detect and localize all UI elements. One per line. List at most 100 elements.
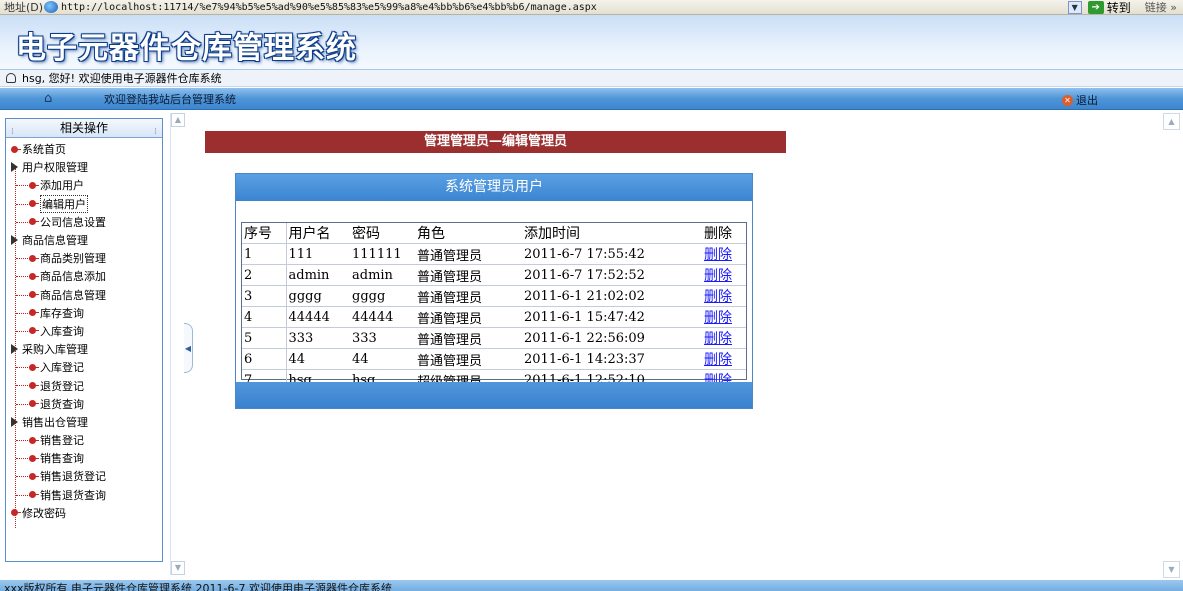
sidebar-item-label: 商品信息管理 [22,234,88,248]
sidebar-item[interactable]: 库存查询 [6,304,162,322]
sidebar-item-label: 商品类别管理 [40,252,106,266]
column-header-seq: 序号 [242,223,287,244]
main-scrollbar[interactable]: ▲ ▼ [1163,113,1180,578]
admin-users-table-wrap: 序号 用户名 密码 角色 添加时间 删除 1 111 111111 普通管理员 2011… [241,222,747,390]
sidebar-item[interactable]: 退货登记 [6,376,162,394]
cell-username: 44444 [286,306,350,328]
links-button[interactable]: 链接 » [1145,0,1177,15]
delete-link[interactable]: 删除 [704,331,732,347]
sidebar-item[interactable]: 入库登记 [6,358,162,376]
tree-bullet-icon [29,181,39,189]
table-cell: 删除 [702,327,746,349]
sidebar-item-label: 销售出仓管理 [22,415,88,429]
admin-users-table: 序号 用户名 密码 角色 添加时间 删除 1 111 111111 普通管理员 2011… [242,223,746,390]
expand-triangle-icon [11,416,18,427]
url-input[interactable]: http://localhost:11714/%e7%94%b5%e5%ad%9… [61,2,1068,13]
cell-role: 普通管理员 [415,348,522,370]
cell-added-time: 2011-6-1 22:56:09 [522,327,702,349]
cell-username: admin [286,264,350,286]
admin-users-panel: 系统管理员用户 序号 用户名 密码 角色 添加时间 删除 1 111 111111 普… [235,173,753,409]
table-row: 2 admin admin 普通管理员 2011-6-7 17:52:52 删除 [242,264,746,286]
cell-seq: 5 [242,327,287,349]
delete-link[interactable]: 删除 [704,289,732,305]
sidebar-scrollbar[interactable]: ▲ ▼ [170,113,185,575]
sidebar-item[interactable]: 修改密码 [6,504,162,522]
delete-link[interactable]: 删除 [704,268,732,284]
sidebar-item[interactable]: 销售查询 [6,449,162,467]
sidebar-toggle-handle[interactable]: ◀ [184,323,193,373]
sidebar-item-label: 入库登记 [40,361,84,375]
go-arrow-icon[interactable]: ➔ [1087,0,1104,14]
logout-label: 退出 [1076,94,1098,107]
column-header-password: 密码 [352,226,380,242]
sidebar-item[interactable]: 入库查询 [6,322,162,340]
scroll-up-icon[interactable]: ▲ [1163,113,1180,130]
sidebar-item[interactable]: 退货查询 [6,395,162,413]
sidebar-item-label: 系统首页 [22,143,66,157]
logout-link[interactable]: ✕ 退出 [1062,92,1098,108]
sidebar-item-label: 销售退货查询 [40,488,106,502]
tree-bullet-icon [29,272,39,280]
sidebar-item[interactable]: 销售退货登记 [6,467,162,485]
sidebar-item[interactable]: 公司信息设置 [6,213,162,231]
panel-footer [236,382,752,408]
cell-role: 普通管理员 [415,264,522,286]
go-button[interactable]: 转到 [1107,0,1131,16]
delete-link[interactable]: 删除 [704,247,732,263]
sidebar-item[interactable]: 编辑用户 [6,194,162,213]
delete-link[interactable]: 删除 [704,352,732,368]
sidebar-item[interactable]: 商品信息管理 [6,286,162,304]
cell-password: 44 [350,348,415,370]
sidebar-item[interactable]: 用户权限管理 [6,158,162,176]
table-cell: 删除 [702,348,746,370]
cell-password: 44444 [350,306,415,328]
table-row: 3 gggg gggg 普通管理员 2011-6-1 21:02:02 删除 [242,285,746,307]
sidebar-item-label: 销售登记 [40,434,84,448]
home-icon[interactable]: ⌂ [44,91,58,106]
sidebar-item[interactable]: 销售登记 [6,431,162,449]
sidebar-item[interactable]: 销售退货查询 [6,486,162,504]
sidebar-title: ⁞ 相关操作 ⁞ [6,119,162,138]
sidebar-item[interactable]: 采购入库管理 [6,340,162,358]
sidebar-item[interactable]: 商品类别管理 [6,249,162,267]
chevron-down-icon[interactable]: ▼ [1067,0,1082,14]
cell-username: 111 [286,243,350,265]
logout-icon: ✕ [1062,94,1073,106]
sidebar-item-label: 添加用户 [40,179,84,193]
welcome-text: 欢迎登陆我站后台管理系统 [104,92,236,106]
cell-role: 普通管理员 [415,243,522,265]
sidebar-item-label: 库存查询 [40,306,84,320]
cell-added-time: 2011-6-1 21:02:02 [522,285,702,307]
tree-bullet-icon [29,218,39,226]
delete-link[interactable]: 删除 [704,310,732,326]
table-row: 1 111 111111 普通管理员 2011-6-7 17:55:42 删除 [242,243,746,265]
expand-triangle-icon [11,162,18,173]
header-banner: 电子元器件仓库管理系统 [0,15,1183,70]
expand-triangle-icon [11,235,18,246]
cell-seq: 2 [242,264,287,286]
cell-added-time: 2011-6-1 14:23:37 [522,348,702,370]
table-row: 5 333 333 普通管理员 2011-6-1 22:56:09 删除 [242,327,746,349]
sidebar: ⁞ 相关操作 ⁞ 系统首页 用户权限管理 添加用户 编辑用户 公司信息设置 商品信息管理商… [5,118,163,562]
scroll-down-icon[interactable]: ▼ [1163,561,1180,578]
sidebar-item[interactable]: 添加用户 [6,176,162,194]
sidebar-item-label: 退货查询 [40,397,84,411]
greeting-bar: hsg, 您好! 欢迎使用电子源器件仓库系统 [0,70,1183,87]
sidebar-item[interactable]: 商品信息添加 [6,267,162,285]
sidebar-tree: 系统首页 用户权限管理 添加用户 编辑用户 公司信息设置 商品信息管理 商品类别管理 商品信息… [6,138,162,528]
scroll-up-icon[interactable]: ▲ [171,113,185,127]
sidebar-item[interactable]: 销售出仓管理 [6,413,162,431]
browser-address-bar: 地址(D) http://localhost:11714/%e7%94%b5%e… [0,0,1183,15]
page-footer: xxx版权所有 电子元器件仓库管理系统 2011-6-7 欢迎使用电子源器件仓库… [0,580,1183,591]
tree-bullet-icon [29,327,39,335]
tree-bullet-icon [29,363,39,371]
table-header-row: 序号 用户名 密码 角色 添加时间 删除 [242,223,746,244]
cell-added-time: 2011-6-7 17:52:52 [522,264,702,286]
cell-password: 111111 [350,243,415,265]
system-title: 电子元器件仓库管理系统 [16,31,357,66]
cell-role: 普通管理员 [415,306,522,328]
sidebar-item[interactable]: 系统首页 [6,140,162,158]
cell-added-time: 2011-6-1 15:47:42 [522,306,702,328]
scroll-down-icon[interactable]: ▼ [171,561,185,575]
sidebar-item[interactable]: 商品信息管理 [6,231,162,249]
